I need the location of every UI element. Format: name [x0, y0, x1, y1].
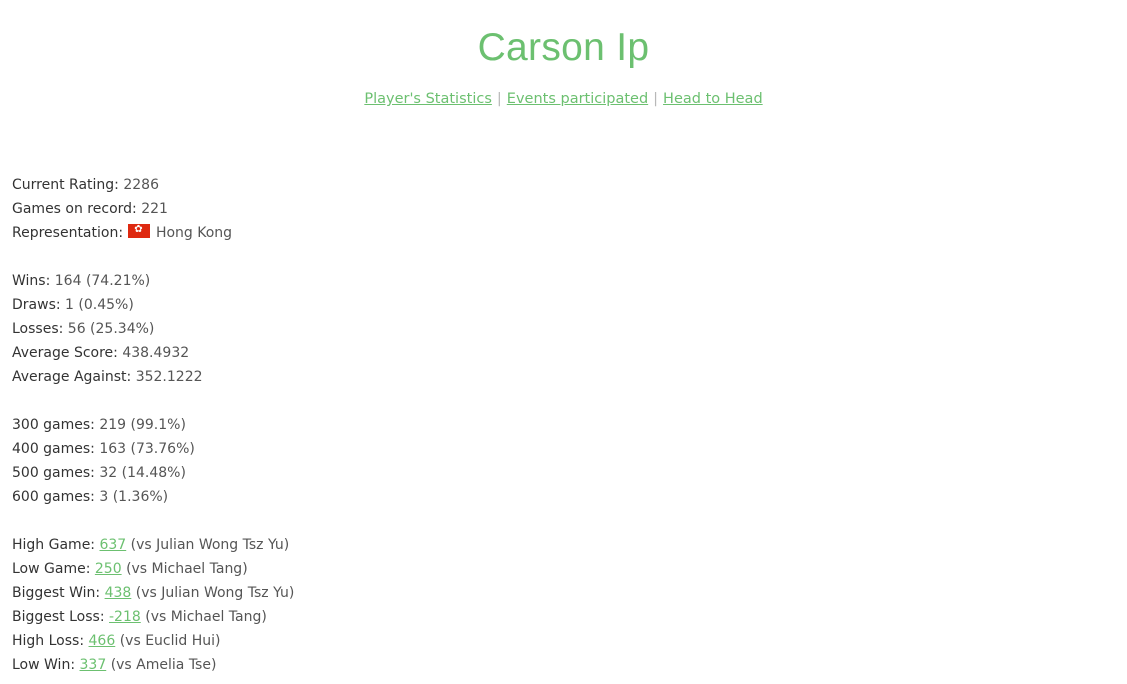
- nav-separator: |: [653, 91, 659, 107]
- nav-events-participated-link[interactable]: Events participated: [507, 91, 648, 107]
- stat-label: 500 games:: [12, 465, 95, 481]
- draws-value: 1 (0.45%): [65, 297, 134, 313]
- stat-label: High Game:: [12, 537, 96, 553]
- low-game-link[interactable]: 250: [95, 561, 122, 577]
- stat-label: 600 games:: [12, 489, 95, 505]
- wins-value: 164 (74.21%): [54, 273, 151, 289]
- highlight-row: Biggest Win: 438 (vs Julian Wong Tsz Yu): [12, 581, 294, 605]
- opponent-text: (vs Julian Wong Tsz Yu): [130, 537, 290, 553]
- stat-label: Average Against:: [12, 369, 132, 385]
- opponent-text: (vs Euclid Hui): [119, 633, 221, 649]
- player-name-title: Carson Ip: [477, 26, 650, 69]
- threshold-row: 500 games: 32 (14.48%): [12, 461, 294, 485]
- stat-label: 300 games:: [12, 417, 95, 433]
- opponent-text: (vs Michael Tang): [145, 609, 267, 625]
- stat-label: Losses:: [12, 321, 64, 337]
- opponent-text: (vs Julian Wong Tsz Yu): [135, 585, 295, 601]
- stat-label: Average Score:: [12, 345, 118, 361]
- record-row: Average Against: 352.1222: [12, 365, 294, 389]
- representation-row: Representation: Hong Kong: [12, 221, 294, 245]
- player-nav: Player's Statistics | Events participated |…: [0, 91, 1127, 107]
- high-game-link[interactable]: 637: [99, 537, 126, 553]
- threshold-value: 3 (1.36%): [99, 489, 169, 505]
- games-on-record-row: Games on record: 221: [12, 197, 294, 221]
- highlight-row: High Game: 637 (vs Julian Wong Tsz Yu): [12, 533, 294, 557]
- record-row: Losses: 56 (25.34%): [12, 317, 294, 341]
- highlight-row: Low Win: 337 (vs Amelia Tse): [12, 653, 294, 677]
- threshold-row: 600 games: 3 (1.36%): [12, 485, 294, 509]
- average-score-value: 438.4932: [122, 345, 190, 361]
- stat-label: Representation:: [12, 225, 124, 241]
- player-statistics: Current Rating: 2286 Games on record: 22…: [12, 173, 294, 677]
- record-row: Wins: 164 (74.21%): [12, 269, 294, 293]
- stat-label: High Loss:: [12, 633, 85, 649]
- stat-label: Biggest Win:: [12, 585, 101, 601]
- biggest-win-link[interactable]: 438: [105, 585, 132, 601]
- current-rating-value: 2286: [123, 177, 159, 193]
- high-loss-link[interactable]: 466: [89, 633, 116, 649]
- stat-label: Games on record:: [12, 201, 137, 217]
- stat-label: 400 games:: [12, 441, 95, 457]
- highlight-row: Biggest Loss: -218 (vs Michael Tang): [12, 605, 294, 629]
- opponent-text: (vs Michael Tang): [126, 561, 248, 577]
- record-row: Average Score: 438.4932: [12, 341, 294, 365]
- stat-label: Current Rating:: [12, 177, 119, 193]
- threshold-value: 32 (14.48%): [99, 465, 186, 481]
- highlight-row: High Loss: 466 (vs Euclid Hui): [12, 629, 294, 653]
- nav-head-to-head-link[interactable]: Head to Head: [663, 91, 763, 107]
- highlight-row: Low Game: 250 (vs Michael Tang): [12, 557, 294, 581]
- biggest-loss-link[interactable]: -218: [109, 609, 141, 625]
- stat-label: Wins:: [12, 273, 51, 289]
- stat-label: Low Win:: [12, 657, 76, 673]
- stat-label: Low Game:: [12, 561, 91, 577]
- hong-kong-flag-icon: [127, 222, 150, 238]
- nav-separator: |: [496, 91, 502, 107]
- threshold-value: 219 (99.1%): [99, 417, 186, 433]
- stat-label: Biggest Loss:: [12, 609, 105, 625]
- threshold-value: 163 (73.76%): [99, 441, 195, 457]
- record-row: Draws: 1 (0.45%): [12, 293, 294, 317]
- stat-label: Draws:: [12, 297, 61, 313]
- games-on-record-value: 221: [141, 201, 168, 217]
- low-win-link[interactable]: 337: [80, 657, 107, 673]
- threshold-row: 400 games: 163 (73.76%): [12, 437, 294, 461]
- threshold-row: 300 games: 219 (99.1%): [12, 413, 294, 437]
- average-against-value: 352.1222: [135, 369, 203, 385]
- opponent-text: (vs Amelia Tse): [110, 657, 217, 673]
- current-rating-row: Current Rating: 2286: [12, 173, 294, 197]
- losses-value: 56 (25.34%): [67, 321, 155, 337]
- nav-players-statistics-link[interactable]: Player's Statistics: [364, 91, 492, 107]
- representation-value: Hong Kong: [155, 225, 233, 241]
